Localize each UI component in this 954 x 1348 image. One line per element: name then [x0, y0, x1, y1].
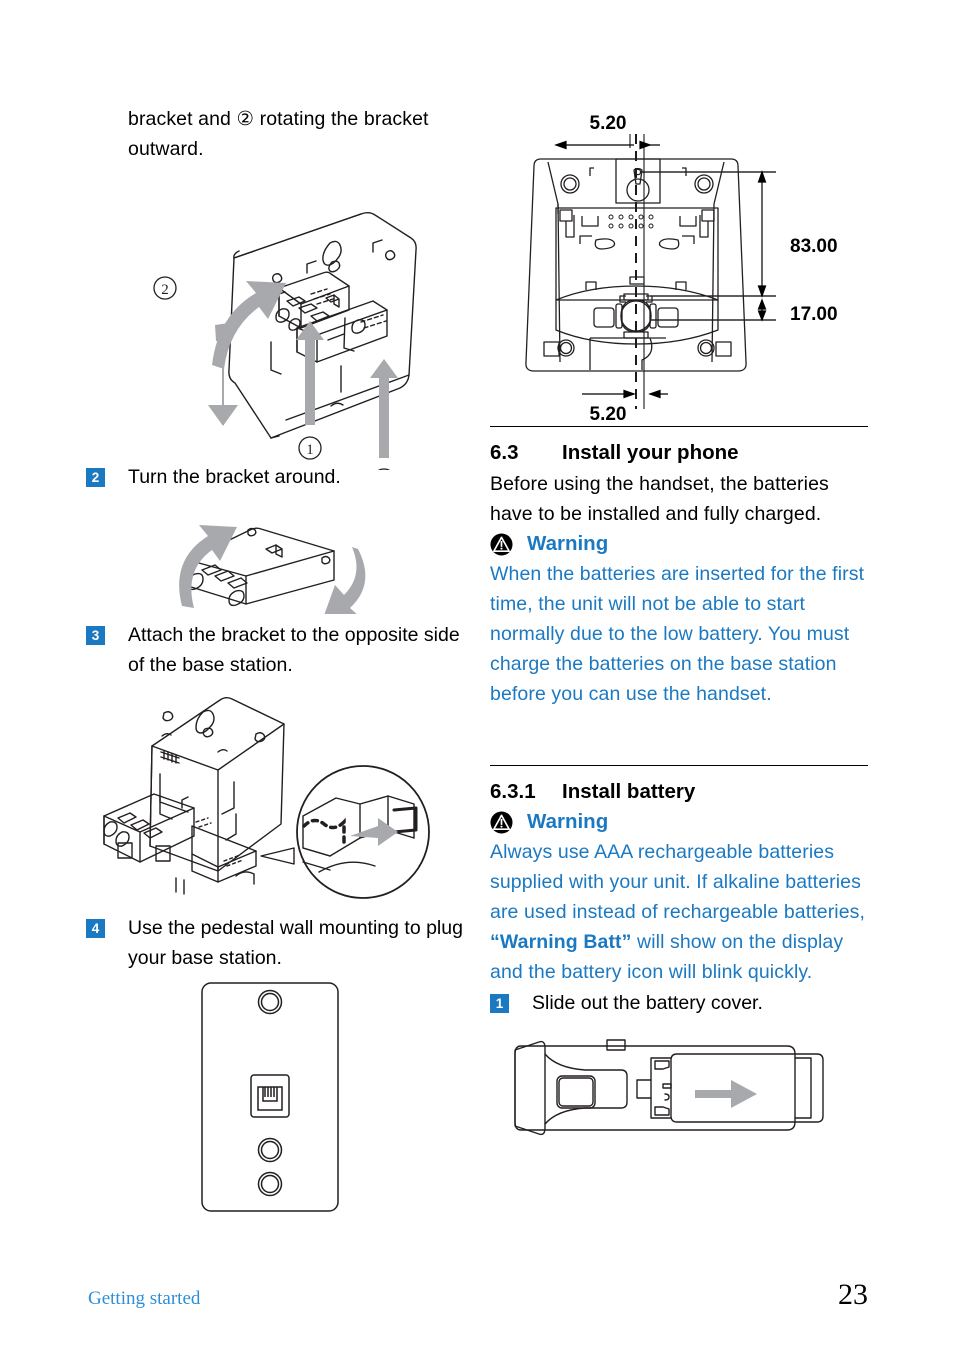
figure-turn-bracket [86, 496, 466, 614]
wall-plate-illustration [201, 982, 339, 1212]
section-title-63: Install your phone [562, 441, 739, 464]
right-column: 5.20 5.20 83.00 17.00 6.3 Install your p… [490, 104, 868, 1148]
base-dimension-drawing: 5.20 5.20 83.00 17.00 [525, 113, 838, 425]
arrow-push-1a [208, 323, 238, 426]
dim-bottom-label: 5.20 [590, 404, 627, 425]
left-column: bracket and ② rotating the bracket outwa… [86, 104, 466, 1219]
dim-top-label: 5.20 [590, 113, 627, 134]
warning-icon [490, 532, 513, 556]
footer-page-number: 23 [838, 1278, 868, 1311]
section-rule-631 [490, 765, 868, 766]
section-title-631: Install battery [562, 780, 696, 803]
dim-right-upper-label: 83.00 [790, 236, 838, 257]
section-number-63: 6.3 [490, 441, 519, 464]
warning-header-63: Warning [490, 530, 868, 558]
figure-battery-cover [490, 1028, 868, 1148]
step-3-badge: 3 [86, 626, 105, 645]
page-footer: Getting started 23 [88, 1278, 868, 1312]
arrow-slide-right [695, 1080, 757, 1108]
warning-text-631: Always use AAA rechargeable batteries su… [490, 837, 868, 987]
footer-section-label: Getting started [88, 1288, 201, 1309]
warning-text-631-part1: Always use AAA rechargeable batteries su… [490, 841, 866, 923]
figure-wall-plate [86, 979, 466, 1219]
step-3: 3 Attach the bracket to the opposite sid… [86, 620, 466, 680]
svg-text:1: 1 [306, 442, 314, 458]
warning-text-63: When the batteries are inserted for the … [490, 563, 865, 705]
section-rule-63 [490, 426, 868, 427]
step-4-badge: 4 [86, 919, 105, 938]
arrow-push-b [370, 359, 398, 458]
turn-bracket-illustration [179, 525, 366, 614]
step-1-badge: 1 [490, 994, 509, 1013]
step-2-badge: 2 [86, 468, 105, 487]
warning-label-63: Warning [527, 532, 609, 555]
step-4-text: Use the pedestal wall mounting to plug y… [128, 917, 463, 969]
figure-attach-bracket [86, 686, 466, 911]
warning-icon [490, 810, 513, 834]
dim-right-lower-label: 17.00 [790, 304, 838, 325]
callout-2: 2 [153, 276, 177, 300]
bracket-release-illustration: 2 1 1 [153, 212, 417, 470]
warning-text-631-emphasis: “Warning Batt” [490, 931, 632, 953]
manual-page: bracket and ② rotating the bracket outwa… [0, 0, 954, 1348]
section-heading-63: 6.3 Install your phone [490, 438, 868, 468]
intro-paragraph: bracket and ② rotating the bracket outwa… [128, 108, 429, 160]
callout-1a: 1 [298, 436, 322, 460]
warning-header-631: Warning [490, 808, 868, 836]
magnifier-detail [296, 765, 430, 899]
attach-bracket-illustration [103, 697, 430, 899]
step-2: 2 Turn the bracket around. [86, 462, 466, 492]
warning-label-631: Warning [527, 810, 609, 833]
battery-cover-illustration [514, 1039, 824, 1136]
section-number-631: 6.3.1 [490, 780, 536, 803]
step-4: 4 Use the pedestal wall mounting to plug… [86, 913, 466, 973]
section-63-intro: Before using the handset, the batteries … [490, 473, 829, 525]
step-2-text: Turn the bracket around. [128, 466, 341, 488]
step-1-battery-cover: 1 Slide out the battery cover. [490, 988, 868, 1018]
step-3-text: Attach the bracket to the opposite side … [128, 624, 460, 676]
step-1-text: Slide out the battery cover. [532, 992, 763, 1014]
svg-text:2: 2 [161, 282, 169, 298]
arrow-push-a [296, 321, 324, 425]
section-heading-631: 6.3.1 Install battery [490, 777, 868, 807]
arrow-rotate-left [179, 525, 237, 608]
figure-base-dimensions: 5.20 5.20 83.00 17.00 [490, 104, 868, 426]
figure-bracket-release: 2 1 1 [86, 170, 466, 470]
